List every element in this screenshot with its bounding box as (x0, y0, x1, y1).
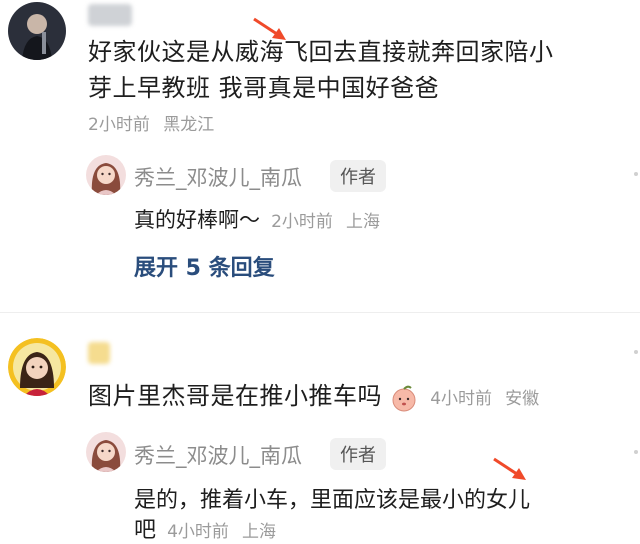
edge-marker (634, 450, 638, 454)
reply-location: 上海 (346, 212, 381, 232)
edge-marker (634, 172, 638, 176)
comment-line: 图片里杰哥是在推小推车吗 4小时前 安徽 (88, 378, 539, 417)
author-avatar-icon (86, 155, 126, 195)
comment-location: 安徽 (505, 389, 540, 409)
author-avatar[interactable] (86, 432, 126, 472)
comment-location: 黑龙江 (163, 115, 215, 135)
commenter-name-blurred (88, 342, 110, 364)
comment-text-line: 好家伙这是从威海飞回去直接就奔回家陪小 (88, 38, 554, 66)
user-avatar-icon (8, 2, 66, 60)
expand-replies-link[interactable]: 展开 5 条回复 (134, 250, 275, 282)
author-badge: 作者 (330, 160, 386, 192)
reply-time: 4小时前 (167, 522, 229, 542)
red-arrow-icon (493, 457, 526, 480)
comment-time: 4小时前 (430, 389, 493, 409)
reply-author-name[interactable]: 秀兰_邓波儿_南瓜 (134, 162, 302, 192)
reply-text: 真的好棒啊～ (134, 208, 260, 232)
reply-line: 吧 4小时前 上海 (134, 512, 276, 544)
edge-marker (634, 350, 638, 354)
author-avatar[interactable] (86, 155, 126, 195)
red-arrow-icon (253, 17, 286, 40)
reply-author-name[interactable]: 秀兰_邓波儿_南瓜 (134, 440, 302, 470)
comment-meta: 2小时前 黑龙江 (88, 110, 214, 135)
comment-text: 好家伙这是从威海飞回去直接就奔回家陪小 芽上早教班 我哥真是中国好爸爸 (88, 34, 608, 106)
reply-text-line: 是的，推着小车，里面应该是最小的女儿 (134, 488, 531, 513)
peach-emoji-icon (389, 383, 419, 417)
commenter-avatar[interactable] (8, 2, 66, 60)
author-avatar-icon (86, 432, 126, 472)
reply-location: 上海 (242, 522, 277, 542)
comment-divider (0, 312, 640, 313)
comment-time: 2小时前 (88, 115, 150, 135)
comment-text-line: 芽上早教班 我哥真是中国好爸爸 (88, 74, 440, 102)
reply-time: 2小时前 (271, 212, 333, 232)
reply-text: 吧 (134, 518, 157, 543)
comment-text: 图片里杰哥是在推小推车吗 (88, 382, 382, 410)
user-avatar-icon (8, 338, 66, 396)
reply-line: 真的好棒啊～ 2小时前 上海 (134, 204, 380, 234)
commenter-name-blurred (88, 4, 132, 26)
author-badge: 作者 (330, 438, 386, 470)
commenter-avatar[interactable] (8, 338, 66, 396)
